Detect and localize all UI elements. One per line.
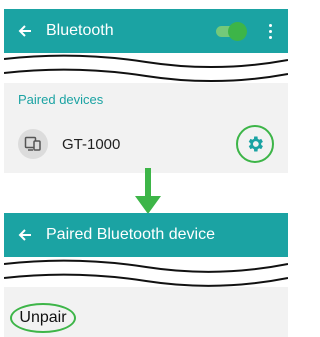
device-settings-button[interactable] [236, 125, 274, 163]
device-options-panel: Unpair [4, 287, 288, 337]
screen-break [4, 259, 288, 287]
toggle-knob [228, 22, 247, 41]
page-title: Bluetooth [46, 22, 114, 39]
unpair-button[interactable]: Unpair [10, 303, 76, 333]
more-vert-icon[interactable] [260, 23, 280, 39]
device-row[interactable]: GT-1000 [4, 117, 288, 171]
page-title: Paired Bluetooth device [46, 226, 215, 243]
section-header: Paired devices [18, 92, 104, 107]
device-name: GT-1000 [62, 135, 121, 153]
screen-break [4, 54, 288, 82]
devices-icon [18, 129, 48, 159]
paired-device-appbar: Paired Bluetooth device [4, 213, 288, 257]
gear-icon [248, 136, 263, 152]
arrow-down-icon [135, 168, 161, 214]
bluetooth-toggle[interactable] [214, 21, 248, 41]
arrow-left-icon[interactable] [10, 227, 40, 243]
bluetooth-appbar: Bluetooth [4, 9, 288, 53]
arrow-left-icon[interactable] [10, 23, 40, 39]
paired-devices-panel: Paired devices GT-1000 [4, 83, 288, 173]
